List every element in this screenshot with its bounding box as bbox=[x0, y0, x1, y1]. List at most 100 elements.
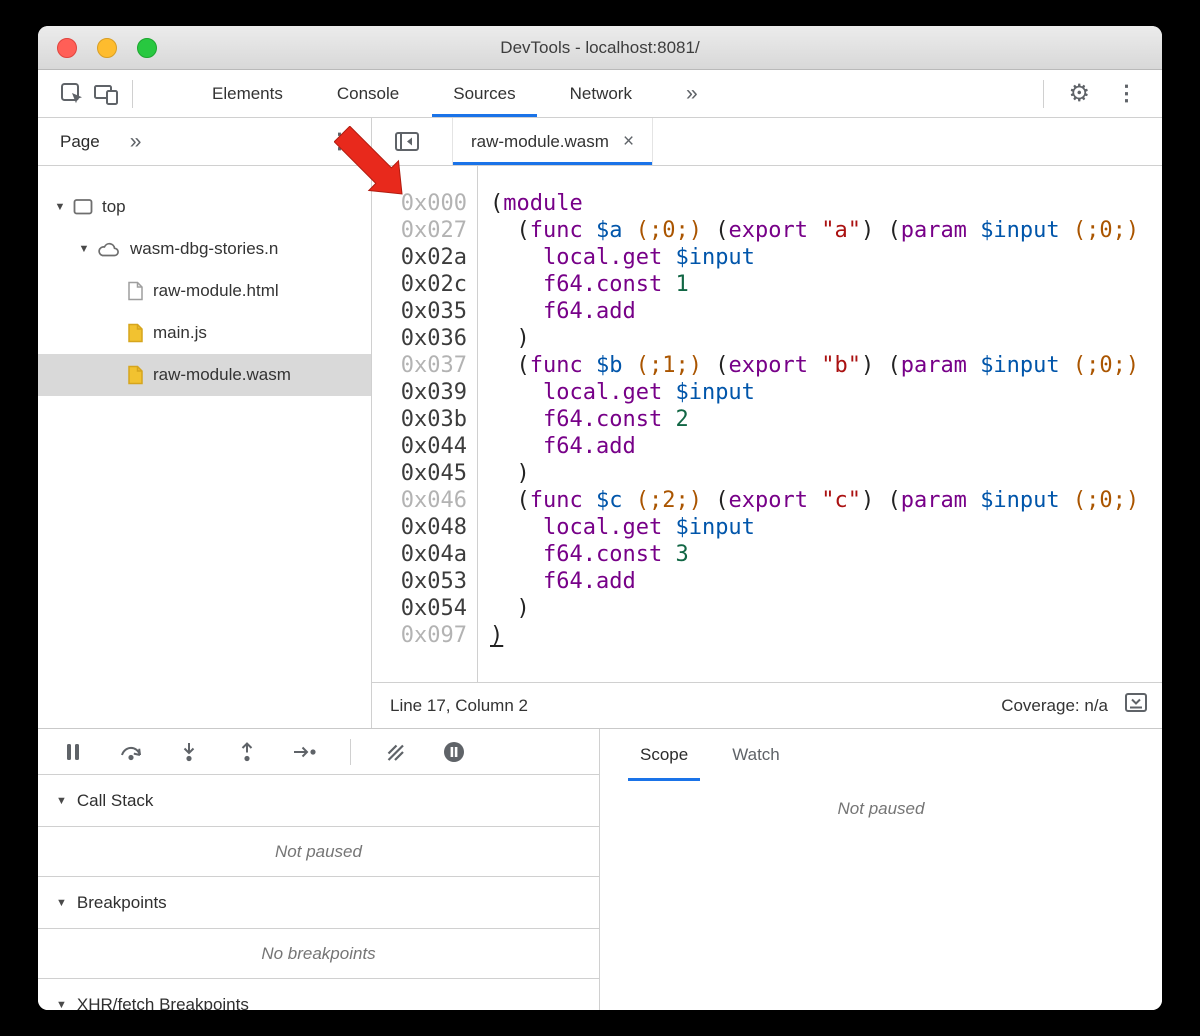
tab-console[interactable]: Console bbox=[310, 70, 426, 117]
coverage-drawer-icon[interactable] bbox=[1124, 692, 1148, 719]
gutter-address[interactable]: 0x037 bbox=[372, 352, 477, 379]
gutter-address[interactable]: 0x097 bbox=[372, 622, 477, 649]
close-tab-icon[interactable]: × bbox=[623, 131, 634, 153]
gutter-address[interactable]: 0x039 bbox=[372, 379, 477, 406]
devtools-window: DevTools - localhost:8081/ Elements Cons… bbox=[38, 26, 1162, 1010]
coverage-status: Coverage: n/a bbox=[1001, 696, 1108, 716]
toolbar-right: ⚙ ⋮ bbox=[1035, 79, 1148, 108]
code-line[interactable]: ) bbox=[490, 460, 1162, 487]
hide-navigator-icon[interactable] bbox=[394, 118, 420, 165]
gutter-address[interactable]: 0x035 bbox=[372, 298, 477, 325]
code-line[interactable]: f64.const 3 bbox=[490, 541, 1162, 568]
code-line[interactable]: f64.add bbox=[490, 433, 1162, 460]
step-over-icon[interactable] bbox=[118, 741, 144, 763]
pause-on-exceptions-icon[interactable] bbox=[441, 740, 467, 764]
breakpoints-section-header[interactable]: ▼ Breakpoints bbox=[38, 877, 599, 929]
code-line[interactable]: (func $a (;0;) (export "a") (param $inpu… bbox=[490, 217, 1162, 244]
more-navigator-tabs-icon[interactable]: » bbox=[130, 130, 142, 154]
gutter-address[interactable]: 0x044 bbox=[372, 433, 477, 460]
tree-item-raw-module-html[interactable]: raw-module.html bbox=[38, 270, 371, 312]
triangle-down-icon: ▼ bbox=[56, 999, 67, 1011]
tab-scope[interactable]: Scope bbox=[624, 729, 704, 781]
code-gutter: 0x0000x0270x02a0x02c0x0350x0360x0370x039… bbox=[372, 166, 478, 682]
gutter-address[interactable]: 0x048 bbox=[372, 514, 477, 541]
tree-item-label: raw-module.wasm bbox=[153, 365, 291, 385]
more-panels-icon[interactable]: » bbox=[659, 70, 725, 117]
tree-item-label: wasm-dbg-stories.n bbox=[130, 239, 278, 259]
tree-item-wasm-dbg-stories-n[interactable]: ▼ wasm-dbg-stories.n bbox=[38, 228, 371, 270]
tab-network[interactable]: Network bbox=[543, 70, 659, 117]
navigator-header: Page » ⋮ bbox=[38, 118, 371, 166]
code-line[interactable]: local.get $input bbox=[490, 379, 1162, 406]
step-icon[interactable] bbox=[292, 741, 318, 763]
scope-tabstrip: Scope Watch bbox=[600, 729, 1162, 781]
inspect-icon[interactable] bbox=[56, 77, 90, 111]
code-line[interactable]: (module bbox=[490, 190, 1162, 217]
xhr-breakpoints-section-header[interactable]: ▼ XHR/fetch Breakpoints bbox=[38, 979, 599, 1010]
code-line[interactable]: f64.const 2 bbox=[490, 406, 1162, 433]
gutter-address[interactable]: 0x03b bbox=[372, 406, 477, 433]
tab-watch[interactable]: Watch bbox=[716, 729, 796, 781]
code-line[interactable]: (func $b (;1;) (export "b") (param $inpu… bbox=[490, 352, 1162, 379]
scope-message: Not paused bbox=[600, 799, 1162, 819]
step-into-icon[interactable] bbox=[176, 741, 202, 763]
code-line[interactable]: (func $c (;2;) (export "c") (param $inpu… bbox=[490, 487, 1162, 514]
code-line[interactable]: local.get $input bbox=[490, 514, 1162, 541]
tree-item-top[interactable]: ▼top bbox=[38, 186, 371, 228]
debugger-toolbar-divider bbox=[350, 739, 351, 765]
script-icon bbox=[127, 365, 144, 385]
gutter-address[interactable]: 0x046 bbox=[372, 487, 477, 514]
call-stack-title: Call Stack bbox=[77, 791, 154, 811]
editor-tab-label: raw-module.wasm bbox=[471, 132, 609, 152]
close-window-button[interactable] bbox=[57, 38, 77, 58]
expander-triangle-icon[interactable]: ▼ bbox=[74, 243, 94, 255]
code-area: 0x0000x0270x02a0x02c0x0350x0360x0370x039… bbox=[372, 166, 1162, 682]
code-line[interactable]: ) bbox=[490, 595, 1162, 622]
code-content: (module (func $a (;0;) (export "a") (par… bbox=[478, 166, 1162, 682]
code-line[interactable]: ) bbox=[490, 325, 1162, 352]
gutter-address[interactable]: 0x04a bbox=[372, 541, 477, 568]
code-line[interactable]: local.get $input bbox=[490, 244, 1162, 271]
code-line[interactable]: f64.add bbox=[490, 298, 1162, 325]
gutter-address[interactable]: 0x053 bbox=[372, 568, 477, 595]
frame-icon bbox=[73, 198, 93, 216]
device-toolbar-icon[interactable] bbox=[90, 77, 124, 111]
gutter-address[interactable]: 0x027 bbox=[372, 217, 477, 244]
tab-elements[interactable]: Elements bbox=[185, 70, 310, 117]
debugger-panel: ▼ Call Stack Not paused ▼ Breakpoints No… bbox=[38, 728, 1162, 1010]
tree-item-label: raw-module.html bbox=[153, 281, 279, 301]
gutter-address[interactable]: 0x02a bbox=[372, 244, 477, 271]
tab-page[interactable]: Page bbox=[60, 132, 100, 152]
gutter-address[interactable]: 0x036 bbox=[372, 325, 477, 352]
code-line[interactable]: ) bbox=[490, 622, 1162, 649]
panel-tabs: Elements Console Sources Network » bbox=[185, 70, 725, 117]
gutter-address[interactable]: 0x045 bbox=[372, 460, 477, 487]
expander-triangle-icon[interactable]: ▼ bbox=[50, 201, 70, 213]
zoom-window-button[interactable] bbox=[137, 38, 157, 58]
breakpoints-title: Breakpoints bbox=[77, 893, 167, 913]
gutter-address[interactable]: 0x02c bbox=[372, 271, 477, 298]
minimize-window-button[interactable] bbox=[97, 38, 117, 58]
tree-item-main-js[interactable]: main.js bbox=[38, 312, 371, 354]
window-title: DevTools - localhost:8081/ bbox=[500, 38, 699, 58]
script-icon bbox=[127, 323, 144, 343]
call-stack-section-header[interactable]: ▼ Call Stack bbox=[38, 775, 599, 827]
gutter-address[interactable]: 0x000 bbox=[372, 190, 477, 217]
status-right: Coverage: n/a bbox=[1001, 692, 1148, 719]
cursor-position: Line 17, Column 2 bbox=[390, 696, 528, 716]
editor-tab-raw-module-wasm[interactable]: raw-module.wasm × bbox=[452, 118, 653, 165]
code-line[interactable]: f64.add bbox=[490, 568, 1162, 595]
main-menu-icon[interactable]: ⋮ bbox=[1106, 81, 1148, 106]
step-out-icon[interactable] bbox=[234, 741, 260, 763]
toolbar-divider bbox=[132, 80, 133, 108]
triangle-down-icon: ▼ bbox=[56, 795, 67, 807]
deactivate-breakpoints-icon[interactable] bbox=[383, 741, 409, 763]
navigator-menu-icon[interactable]: ⋮ bbox=[319, 129, 361, 154]
settings-gear-icon[interactable]: ⚙ bbox=[1068, 79, 1090, 108]
tab-sources[interactable]: Sources bbox=[426, 70, 542, 117]
pause-script-icon[interactable] bbox=[60, 741, 86, 763]
code-line[interactable]: f64.const 1 bbox=[490, 271, 1162, 298]
tree-item-label: main.js bbox=[153, 323, 207, 343]
tree-item-raw-module-wasm[interactable]: raw-module.wasm bbox=[38, 354, 371, 396]
gutter-address[interactable]: 0x054 bbox=[372, 595, 477, 622]
